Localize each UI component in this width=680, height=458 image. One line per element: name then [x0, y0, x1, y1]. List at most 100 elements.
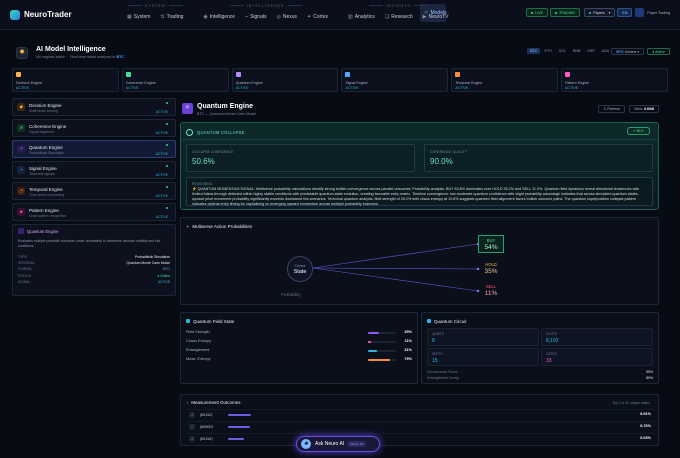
status-dot-icon	[166, 165, 168, 167]
engine-card-decision[interactable]: Decision Engine ACTIVE	[12, 68, 119, 92]
nav-intelligence[interactable]: ◉ Intelligence	[199, 12, 239, 22]
main-panel: ⚛ Quantum Engine BTC — Quantum Monte Car…	[180, 98, 659, 446]
collapse-badge: ↗ BUY	[626, 127, 650, 135]
engine-subtitle: BTC — Quantum Monte Carlo Model	[197, 112, 256, 116]
refresh-button[interactable]: ↻ Refresh	[598, 105, 625, 113]
engine-card-pattern[interactable]: Pattern Engine ACTIVE	[561, 68, 668, 92]
probability-label: Probability	[281, 292, 301, 297]
engine-icon	[565, 72, 571, 77]
nav-system[interactable]: ▦ System	[123, 12, 154, 22]
logo[interactable]: NeuroTrader	[10, 9, 110, 20]
nav-neurotv[interactable]: ▶ NeuroTV	[419, 12, 453, 22]
status-dot-icon	[166, 186, 168, 188]
tab-xrp[interactable]: XRP	[584, 48, 597, 54]
page-header: ✹ AI Model Intelligence 6/6 engines acti…	[12, 44, 670, 62]
sparkle-icon: ✦	[307, 13, 312, 20]
nav-group-label: INTELLIGENCE	[198, 4, 333, 8]
detail-row: SIGNAL ACTIVE	[18, 279, 170, 284]
sidebar-item-temporal[interactable]: ◷ Temporal Engine Time-series forecasting A…	[12, 182, 176, 200]
sidebar-item-quantum[interactable]: ⚛ Quantum Engine Probabilistic Simulation A…	[12, 140, 176, 158]
quantum-collapse-panel: QUANTUM COLLAPSE ↗ BUY COLLAPSE CONFIDEN…	[180, 122, 659, 210]
model-select[interactable]: BTC Models ▾	[611, 48, 645, 55]
bar-chart-icon: ▥	[347, 13, 353, 20]
play-icon: ▶	[422, 13, 427, 20]
header-actions: BTC Models ▾ ● Active	[611, 48, 670, 55]
table-row: 2 |00000⟩ 8.76%	[186, 421, 654, 431]
table-row: 1 |00111⟩ 8.91%	[186, 409, 654, 419]
nav-research[interactable]: ❏ Research	[381, 12, 417, 22]
outcome-bar	[228, 414, 251, 416]
nav-nexus[interactable]: ◎ Nexus	[272, 12, 301, 22]
tab-eth[interactable]: ETH	[541, 48, 554, 54]
nav-group-insights: INSIGHTS ▥ Analytics ❏ Research ▶ NeuroTV	[343, 0, 454, 30]
avatar[interactable]	[635, 8, 645, 17]
engine-header: ⚛ Quantum Engine BTC — Quantum Monte Car…	[180, 98, 659, 120]
language-button[interactable]: EN	[617, 8, 633, 17]
field-row: Chaos Entropy 11%	[186, 339, 412, 343]
sidebar-item-decision[interactable]: ◆ Decision Engine Multi-factor scoring ACTI…	[12, 98, 176, 116]
field-row: Entanglement 31%	[186, 348, 412, 352]
trading-dot-icon	[555, 11, 558, 14]
field-state-panel: Quantum Field State Field Strength 39% Ch…	[180, 312, 418, 384]
active-toggle[interactable]: ● Active	[647, 48, 670, 55]
status-dot-icon	[166, 102, 168, 104]
measurement-meta: Top 3 of 32 unique states	[612, 401, 650, 405]
detail-row: SYMBOL BTC	[18, 267, 170, 272]
status-dot-icon	[166, 207, 168, 209]
nav-group-label: INSIGHTS	[343, 4, 454, 8]
field-row: Meas. Entropy 79%	[186, 357, 412, 361]
confidence-metric: COLLAPSE CONFIDENCE 50.6%	[186, 144, 415, 172]
engine-details: Quantum Engine Evaluates multiple potent…	[12, 224, 176, 296]
field-bar	[368, 341, 372, 343]
action-sell: SELL 11%	[484, 284, 498, 297]
page-subtitle: 6/6 engines active · Real-time model ana…	[36, 55, 124, 59]
pulse-icon: ⌁	[17, 166, 25, 174]
circuit-title: Quantum Circuit	[427, 319, 467, 324]
action-hold: HOLD 35%	[484, 262, 498, 275]
brain-icon: ✺	[301, 439, 311, 449]
engine-icon	[235, 72, 241, 77]
target-icon: ◎	[276, 13, 281, 20]
engine-card-quantum[interactable]: Quantum Engine ACTIVE	[231, 68, 339, 92]
field-bar	[368, 350, 377, 352]
ask-ai-button[interactable]: ✺ Ask Neuro AI Neuro ✦2	[296, 436, 380, 452]
engine-icon	[16, 72, 21, 77]
engine-sidebar: ◆ Decision Engine Multi-factor scoring ACTI…	[12, 98, 176, 296]
sidebar-item-signal[interactable]: ⌁ Signal Engine Technical signals ACTIVE	[12, 161, 176, 179]
nav-analytics[interactable]: ▥ Analytics	[344, 12, 379, 22]
multiverse-lines	[312, 242, 480, 293]
diamond-icon: ◆	[17, 103, 25, 111]
pulse-icon: ⌁	[245, 13, 249, 20]
nav-cortex[interactable]: ✦ Cortex	[303, 12, 332, 22]
sidebar-item-coherence[interactable]: ≋ Coherence Engine Signal alignment ACTIVE	[12, 119, 176, 137]
live-badge: LIVE	[526, 8, 549, 17]
tab-bnb[interactable]: BNB	[570, 48, 583, 54]
engine-title: Quantum Engine	[197, 103, 253, 110]
nav-signals[interactable]: ⌁ Signals	[241, 12, 270, 22]
tab-sol[interactable]: SOL	[556, 48, 569, 54]
sidebar-item-pattern[interactable]: ◈ Pattern Engine Chart pattern recognition…	[12, 203, 176, 221]
engine-card-temporal[interactable]: Temporal Engine ACTIVE	[451, 68, 559, 92]
pattern-icon: ◈	[17, 208, 25, 216]
document-icon: ❏	[384, 13, 390, 20]
trading-badge: TRADING	[550, 8, 581, 17]
tab-btc[interactable]: BTC	[527, 48, 541, 54]
circuit-cell: DEPTH 15	[427, 348, 539, 366]
reasoning-box: REASONING ⚡ QUANTUM MOMENTUM SIGNAL: Mul…	[186, 177, 653, 206]
sell-branch-line	[312, 267, 479, 292]
status-dot-icon	[166, 123, 168, 125]
measurement-title: Measurement Outcomes	[186, 400, 240, 405]
buy-branch-line	[312, 243, 479, 269]
engine-card-signal[interactable]: Signal Engine ACTIVE	[341, 68, 449, 92]
engine-icon	[455, 72, 461, 77]
top-bar: NeuroTrader SYSTEM ▦ System ⇅ Trading ⚛ Mod…	[0, 0, 680, 30]
papers-dropdown[interactable]: Papers ▾	[584, 8, 616, 17]
engine-card-coherence[interactable]: Coherence Engine ACTIVE	[121, 68, 229, 92]
multiverse-panel: Multiverse Action Probabilities CurrentS…	[180, 217, 659, 305]
table-row: 3 |00110⟩ 6.03%	[186, 433, 654, 443]
collapse-title: QUANTUM COLLAPSE	[186, 129, 245, 136]
field-bar	[368, 359, 391, 361]
outcome-bar	[228, 438, 244, 440]
tab-ada[interactable]: ADA	[599, 48, 612, 54]
nav-trading[interactable]: ⇅ Trading	[156, 12, 187, 22]
